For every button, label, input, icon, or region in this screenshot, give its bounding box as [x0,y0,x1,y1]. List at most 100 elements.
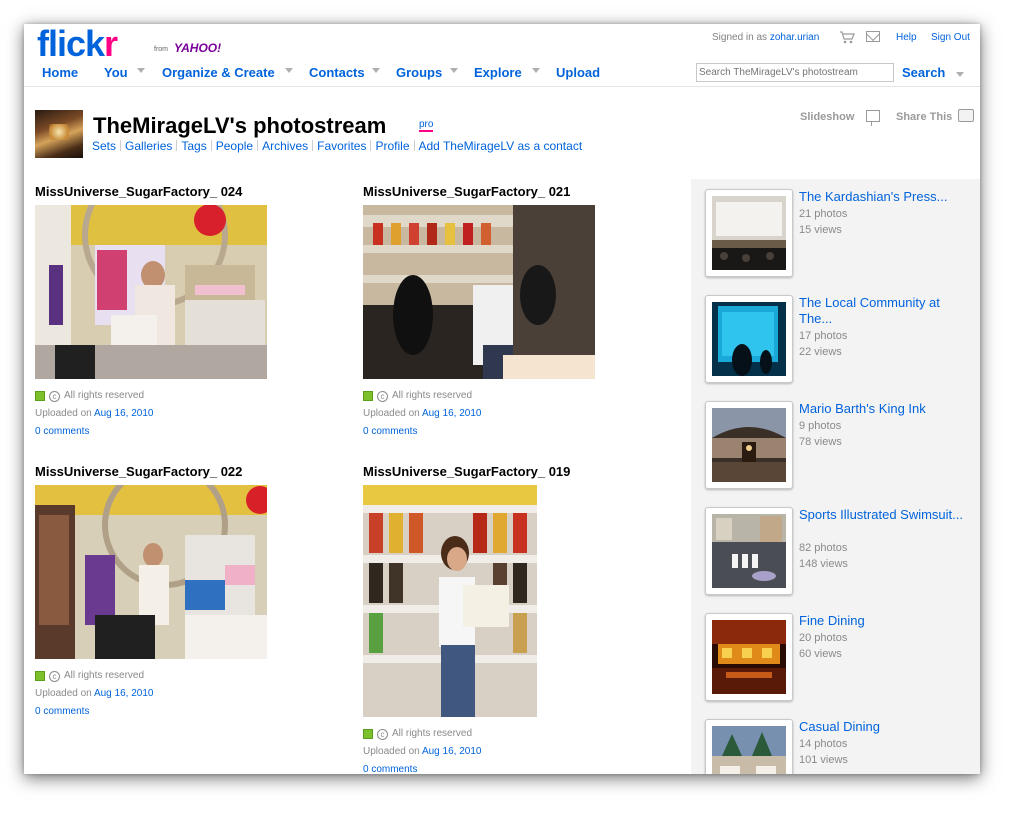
pro-badge[interactable]: pro [419,119,434,132]
comments-link[interactable]: 0 comments [35,706,89,717]
set-item[interactable]: Mario Barth's King Ink 9 photos 78 views [705,391,975,491]
set-title[interactable]: Casual Dining [799,719,971,735]
set-item[interactable]: The Local Community at The... 17 photos … [705,285,975,385]
set-thumbnail-frame[interactable] [705,613,793,701]
set-item[interactable]: Sports Illustrated Swimsuit... 82 photos… [705,497,975,597]
subnav-galleries[interactable]: Galleries [125,139,172,153]
photo-thumbnail[interactable] [363,205,595,379]
browser-page: flickr from YAHOO! Signed in as zohar.ur… [24,24,980,774]
subnav-favorites[interactable]: Favorites [317,139,366,153]
license-icon[interactable] [35,671,45,681]
slideshow-icon[interactable] [866,110,880,126]
nav-you[interactable]: You [104,65,128,80]
set-item[interactable]: The Kardashian's Press... 21 photos 15 v… [705,179,975,279]
comments-link[interactable]: 0 comments [363,426,417,437]
photo-title[interactable]: MissUniverse_SugarFactory_ 019 [363,464,570,479]
upload-date-link[interactable]: Aug 16, 2010 [94,688,154,699]
set-thumbnail[interactable] [712,620,786,694]
logo-flickr-r-text: r [104,24,118,64]
nav-contacts[interactable]: Contacts [309,65,365,80]
set-thumbnail[interactable] [712,726,786,774]
set-title[interactable]: Mario Barth's King Ink [799,401,971,417]
set-thumbnail-frame[interactable] [705,295,793,383]
photo-title[interactable]: MissUniverse_SugarFactory_ 021 [363,184,570,199]
photo-item: MissUniverse_SugarFactory_ 021 c All righ… [363,184,603,444]
photo-thumbnail[interactable] [35,485,267,659]
sets-sidebar: The Kardashian's Press... 21 photos 15 v… [691,179,980,774]
set-thumbnail[interactable] [712,302,786,376]
uploaded-prefix: Uploaded on [35,408,92,419]
license-icon[interactable] [363,391,373,401]
set-view-count: 148 views [799,558,848,570]
comments-link[interactable]: 0 comments [363,764,417,774]
upload-date-link[interactable]: Aug 16, 2010 [422,408,482,419]
nav-home[interactable]: Home [42,65,78,80]
subnav-sets[interactable]: Sets [92,139,116,153]
comments-row: 0 comments [363,426,417,438]
nav-you-chevron-down-icon[interactable] [137,68,145,73]
copyright-icon: c [49,390,60,402]
set-title[interactable]: Fine Dining [799,613,971,629]
nav-explore[interactable]: Explore [474,65,522,80]
set-thumbnail-frame[interactable] [705,189,793,277]
subnav-people[interactable]: People [216,139,253,153]
nav-groups-chevron-down-icon[interactable] [450,68,458,73]
set-item[interactable]: Casual Dining 14 photos 101 views [705,709,975,774]
set-thumbnail-frame[interactable] [705,719,793,774]
nav-upload[interactable]: Upload [556,65,600,80]
copyright-icon: c [377,390,388,402]
nav-groups[interactable]: Groups [396,65,442,80]
set-photo-count: 14 photos [799,738,848,750]
logo-yahoo-text: YAHOO! [174,41,222,55]
sign-out-link[interactable]: Sign Out [931,32,970,43]
uploaded-prefix: Uploaded on [35,688,92,699]
nav-explore-chevron-down-icon[interactable] [532,68,540,73]
upload-date-link[interactable]: Aug 16, 2010 [422,746,482,757]
rights-text: All rights reserved [64,390,145,401]
set-title[interactable]: The Kardashian's Press... [799,189,971,205]
photo-thumbnail[interactable] [35,205,267,379]
help-link[interactable]: Help [896,32,917,43]
cart-icon[interactable] [839,30,855,44]
comments-link[interactable]: 0 comments [35,426,89,437]
set-thumbnail[interactable] [712,514,786,588]
subnav-add-contact[interactable]: Add TheMirageLV as a contact [419,139,583,153]
mail-icon[interactable] [866,31,880,42]
page-title: TheMirageLV's photostream [93,113,387,138]
search-input[interactable] [696,63,894,82]
set-thumbnail-frame[interactable] [705,401,793,489]
set-thumbnail[interactable] [712,196,786,270]
nav-contacts-chevron-down-icon[interactable] [372,68,380,73]
subnav-tags[interactable]: Tags [181,139,206,153]
logo-flickr-text: flick [37,24,105,64]
avatar[interactable] [35,110,83,158]
nav-organize[interactable]: Organize & Create [162,65,275,80]
username-link[interactable]: zohar.urian [770,32,819,43]
set-thumbnail[interactable] [712,408,786,482]
license-icon[interactable] [363,729,373,739]
nav-organize-chevron-down-icon[interactable] [285,68,293,73]
photo-thumbnail[interactable] [363,485,537,717]
subnav-profile[interactable]: Profile [375,139,409,153]
search-chevron-down-icon[interactable] [956,72,964,77]
header-divider [24,86,980,87]
set-title[interactable]: The Local Community at The... [799,295,971,327]
set-title[interactable]: Sports Illustrated Swimsuit... [799,507,971,523]
flickr-logo[interactable]: flickr from YAHOO! [37,24,221,64]
photo-title[interactable]: MissUniverse_SugarFactory_ 024 [35,184,242,199]
set-item[interactable]: Fine Dining 20 photos 60 views [705,603,975,703]
upload-date-link[interactable]: Aug 16, 2010 [94,408,154,419]
photo-title[interactable]: MissUniverse_SugarFactory_ 022 [35,464,242,479]
share-icon[interactable] [958,109,974,122]
copyright-icon: c [49,670,60,682]
set-view-count: 15 views [799,224,842,236]
signed-in-prefix: Signed in as [712,32,768,43]
share-button[interactable]: Share This [896,111,952,123]
comments-row: 0 comments [363,764,417,774]
subnav-archives[interactable]: Archives [262,139,308,153]
license-icon[interactable] [35,391,45,401]
set-thumbnail-frame[interactable] [705,507,793,595]
slideshow-button[interactable]: Slideshow [800,111,854,123]
search-button[interactable]: Search [902,65,945,80]
copyright-icon: c [377,728,388,740]
